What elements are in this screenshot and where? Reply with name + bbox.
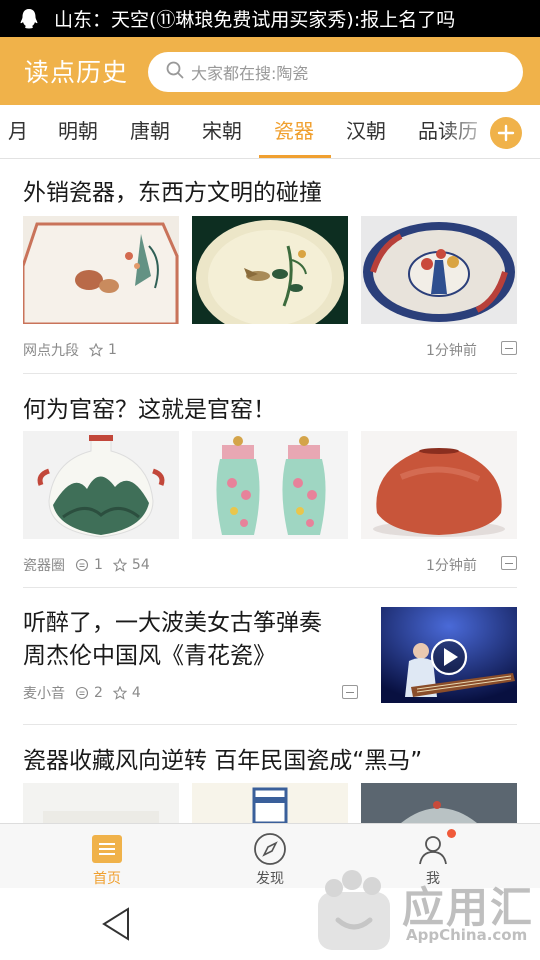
article-title[interactable]: 何为官窑？这就是官窑！: [23, 390, 276, 424]
divider: [23, 724, 517, 725]
divider: [23, 587, 517, 588]
notification-text: 山东：天空(⑪琳琅免费试用买家秀):报上名了吗: [54, 9, 456, 31]
post-time: 1分钟前: [426, 558, 477, 574]
source-name: 网点九段: [23, 343, 79, 359]
article-meta: 麦小音 2 4: [23, 683, 141, 703]
article-image[interactable]: [192, 216, 348, 324]
app-header: 读点历史 大家都在搜:陶瓷: [0, 37, 540, 105]
user-icon: [419, 836, 447, 865]
active-tab-indicator: [259, 155, 331, 158]
article-image[interactable]: [23, 431, 179, 539]
search-input[interactable]: 大家都在搜:陶瓷: [148, 52, 523, 92]
article-image[interactable]: [192, 783, 348, 823]
nav-label: 首页: [93, 871, 121, 887]
comment-icon: [75, 558, 89, 572]
source-name: 麦小音: [23, 686, 65, 702]
article-title-line[interactable]: 周杰伦中国风《青花瓷》: [23, 636, 276, 670]
star-count: 4: [131, 685, 141, 701]
star-icon: [112, 558, 127, 572]
watermark-en: AppChina.com: [406, 926, 528, 944]
article-image[interactable]: [361, 216, 517, 324]
compass-icon: [254, 833, 286, 865]
article-meta: 瓷器圈 1 54: [23, 555, 150, 575]
article-image[interactable]: [361, 783, 517, 823]
comment-count: 1: [94, 557, 103, 573]
nav-home[interactable]: 首页: [67, 824, 147, 889]
dismiss-button[interactable]: [342, 685, 358, 699]
dismiss-button[interactable]: [501, 341, 517, 355]
dismiss-button[interactable]: [501, 556, 517, 570]
notification-badge: [447, 829, 456, 838]
appchina-watermark: 应用汇 AppChina.com: [312, 868, 540, 954]
article-image[interactable]: [23, 216, 179, 324]
post-time: 1分钟前: [426, 343, 477, 359]
star-count: 54: [131, 557, 150, 573]
home-list-icon: [92, 835, 122, 863]
star-icon: [89, 343, 103, 357]
tab-tang[interactable]: 唐朝: [130, 105, 170, 158]
article-title[interactable]: 瓷器收藏风向逆转 百年民国瓷成“黑马”: [23, 741, 422, 775]
article-image[interactable]: [361, 431, 517, 539]
article-meta: 网点九段 1: [23, 340, 117, 360]
search-placeholder: 大家都在搜:陶瓷: [191, 64, 309, 83]
article-image[interactable]: [23, 783, 179, 823]
tab-ming[interactable]: 明朝: [58, 105, 98, 158]
plus-icon: [497, 124, 515, 142]
back-triangle-icon: [102, 907, 129, 941]
nav-discover[interactable]: 发现: [230, 824, 310, 889]
article-title[interactable]: 外销瓷器，东西方文明的碰撞: [23, 173, 322, 207]
tab-song[interactable]: 宋朝: [202, 105, 242, 158]
source-name: 瓷器圈: [23, 558, 65, 574]
article-title-line[interactable]: 听醉了，一大波美女古筝弹奏: [23, 603, 322, 637]
tab-han[interactable]: 汉朝: [346, 105, 386, 158]
search-icon: [166, 61, 184, 83]
article-image[interactable]: [192, 431, 348, 539]
qq-notification-icon: [16, 7, 42, 31]
star-count: 1: [108, 342, 117, 358]
divider: [23, 373, 517, 374]
add-tab-button[interactable]: [490, 117, 522, 149]
comment-icon: [75, 686, 89, 700]
watermark-logo-icon: [318, 870, 390, 950]
status-bar: 山东：天空(⑪琳琅免费试用买家秀):报上名了吗: [0, 0, 540, 37]
nav-label: 发现: [256, 871, 284, 887]
tab-porcelain[interactable]: 瓷器: [274, 105, 314, 158]
category-tabs: 月 明朝 唐朝 宋朝 瓷器 汉朝 品读历: [0, 105, 540, 159]
back-button[interactable]: [100, 906, 132, 946]
video-thumbnail[interactable]: [381, 607, 517, 703]
app-logo: 读点历史: [24, 58, 129, 87]
comment-count: 2: [94, 685, 103, 701]
tab-partial-left[interactable]: 月: [8, 105, 28, 158]
star-icon: [112, 686, 127, 700]
